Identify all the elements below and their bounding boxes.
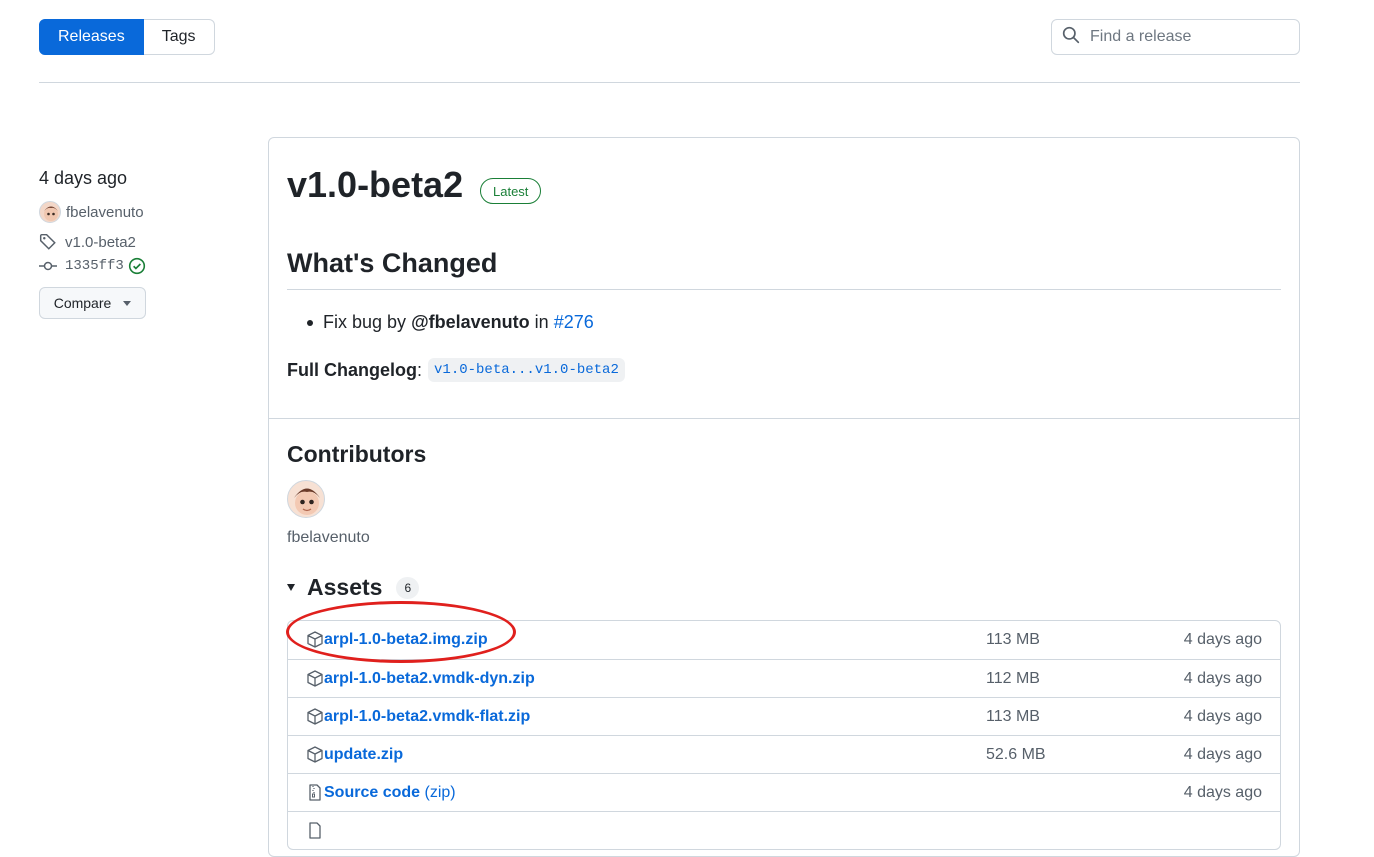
section-divider [269,418,1299,419]
search-icon [1062,26,1080,49]
commit-sha[interactable]: 1335ff3 [65,258,124,274]
release-card: v1.0-beta2 Latest What's Changed Fix bug… [268,137,1300,857]
asset-date: 4 days ago [1183,745,1262,763]
chevron-down-icon [123,300,132,306]
avatar[interactable] [287,480,325,518]
commit-row[interactable]: 1335ff3 [39,257,239,275]
source-code-label: Source code [324,783,421,801]
list-item: Source code (zip) 4 days ago [288,773,1280,811]
asset-date: 4 days ago [1183,669,1262,687]
asset-size: 113 MB [986,707,1040,725]
whats-changed-heading: What's Changed [287,248,498,278]
assets-heading: Assets [307,574,383,600]
source-code-format: (zip) [424,783,456,801]
list-item: arpl-1.0-beta2.vmdk-flat.zip 113 MB 4 da… [288,697,1280,735]
package-icon [307,746,323,768]
asset-link[interactable]: Source code (zip) [324,784,456,802]
tag-name[interactable]: v1.0-beta2 [65,234,136,251]
release-date: 4 days ago [39,168,128,188]
avatar[interactable] [39,201,61,223]
assets-toggle[interactable]: Assets 6 [287,574,420,601]
package-icon [307,631,323,653]
search-input[interactable] [1088,27,1278,47]
asset-link[interactable]: update.zip [324,746,403,764]
assets-list: arpl-1.0-beta2.img.zip 113 MB 4 days ago… [287,620,1281,850]
changelog-colon: : [417,359,423,380]
list-item: arpl-1.0-beta2.vmdk-dyn.zip 112 MB 4 day… [288,659,1280,697]
tab-releases[interactable]: Releases [39,19,144,55]
header-divider [39,82,1300,83]
change-list-item: Fix bug by @fbelavenuto in #276 [307,312,594,333]
commit-icon [39,259,57,273]
assets-count-badge: 6 [396,576,420,599]
asset-link[interactable]: arpl-1.0-beta2.vmdk-flat.zip [324,708,530,726]
asset-date: 4 days ago [1183,707,1262,725]
change-user-link[interactable]: @fbelavenuto [411,312,530,333]
triangle-down-icon [287,584,295,591]
author-name[interactable]: fbelavenuto [66,204,144,221]
file-zip-icon [307,822,323,844]
pull-request-link[interactable]: #276 [554,312,594,333]
changelog-compare-link[interactable]: v1.0-beta...v1.0-beta2 [428,358,625,382]
tag-row[interactable]: v1.0-beta2 [39,233,239,251]
list-item: arpl-1.0-beta2.img.zip 113 MB 4 days ago [288,621,1280,659]
contributors-heading: Contributors [287,441,427,467]
verified-check-icon [128,257,146,275]
asset-link[interactable]: arpl-1.0-beta2.vmdk-dyn.zip [324,670,535,688]
release-tabs: Releases Tags [39,19,215,55]
find-release-search[interactable] [1051,19,1300,55]
list-item: update.zip 52.6 MB 4 days ago [288,735,1280,773]
change-text: Fix bug by [323,312,407,332]
package-icon [307,670,323,692]
tab-tags[interactable]: Tags [143,19,215,55]
compare-label: Compare [53,295,112,311]
list-item [288,811,1280,849]
asset-date: 4 days ago [1183,631,1262,648]
changelog-label: Full Changelog [287,359,417,380]
compare-button[interactable]: Compare [39,287,146,319]
release-meta: 4 days ago fbelavenuto v1.0-beta2 1335ff… [39,168,239,319]
tag-icon [39,233,57,251]
file-zip-icon [307,784,323,806]
heading-divider [287,289,1281,290]
author-row[interactable]: fbelavenuto [39,201,239,223]
asset-size: 52.6 MB [986,745,1046,763]
asset-size: 112 MB [986,669,1040,687]
release-title[interactable]: v1.0-beta2 [287,164,463,206]
bullet-dot [307,319,313,326]
latest-badge: Latest [480,178,542,204]
full-changelog: Full Changelog: v1.0-beta...v1.0-beta2 [287,358,625,382]
contributor-name[interactable]: fbelavenuto [287,529,370,547]
change-in-text: in [534,312,549,332]
asset-size: 113 MB [986,631,1040,648]
asset-link[interactable]: arpl-1.0-beta2.img.zip [324,631,488,649]
asset-date: 4 days ago [1183,783,1262,801]
package-icon [307,708,323,730]
